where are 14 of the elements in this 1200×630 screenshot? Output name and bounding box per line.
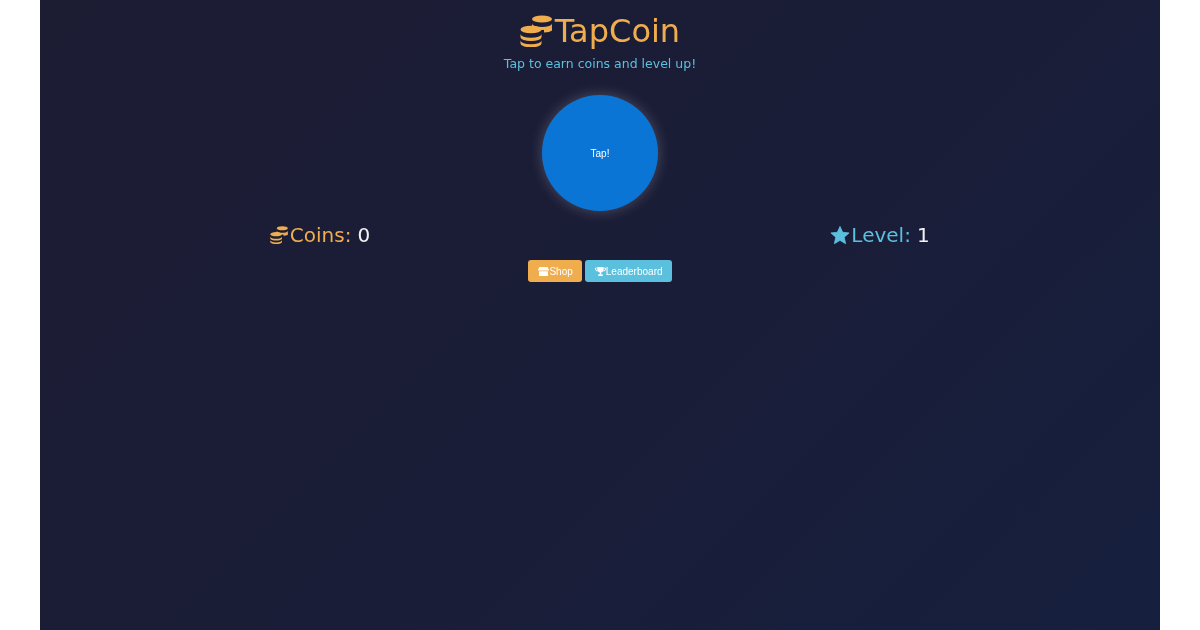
- coins-icon: [519, 15, 554, 47]
- leaderboard-button[interactable]: Leaderboard: [584, 260, 672, 282]
- app-title: TapCoin: [554, 11, 681, 52]
- stat-label: Coins:: [289, 223, 352, 247]
- stat-value: 0: [357, 223, 371, 247]
- star-icon: [830, 225, 851, 245]
- coins-icon: [269, 226, 289, 244]
- trophy-icon: [594, 266, 606, 276]
- app-subtitle: Tap to earn coins and level up!: [503, 56, 697, 72]
- store-icon: [538, 266, 550, 276]
- shop-button[interactable]: Shop: [528, 260, 582, 282]
- tap-button[interactable]: Tap!: [542, 95, 658, 211]
- stat-label: Level:: [851, 223, 911, 247]
- stat-value: 1: [916, 223, 930, 247]
